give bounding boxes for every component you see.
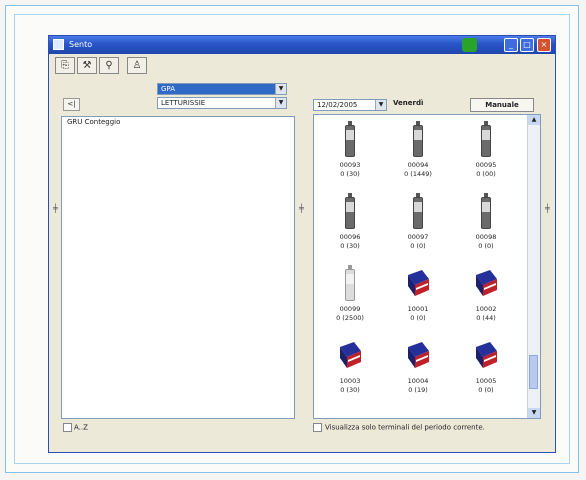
scroll-up-icon[interactable]: ▲	[528, 115, 540, 125]
minimize-button[interactable]: _	[504, 38, 518, 52]
terminal-code: 10005	[475, 377, 497, 385]
terminal-code: 00095	[475, 161, 497, 169]
handheld-terminal-icon	[340, 193, 360, 231]
current-period-checkbox[interactable]	[313, 423, 322, 432]
terminal-tile[interactable]: 00099 0 (2500)	[320, 265, 380, 337]
manual-button[interactable]: Manuale	[470, 98, 534, 112]
terminal-tile[interactable]: 10004 0 (19)	[388, 337, 448, 409]
terminal-code: 10002	[475, 305, 497, 313]
terminal-count: 0 (00)	[476, 170, 496, 178]
handheld-terminal-icon	[340, 265, 360, 303]
terminal-count: 0 (30)	[340, 242, 360, 250]
card-icon	[476, 265, 497, 303]
current-period-option[interactable]: Visualizza solo terminali del periodo co…	[313, 423, 485, 432]
app-icon	[53, 39, 64, 50]
terminal-tile[interactable]: 00093 0 (30)	[320, 121, 380, 193]
terminal-tile[interactable]: 10003 0 (30)	[320, 337, 380, 409]
terminal-count: 0 (19)	[408, 386, 428, 394]
group-select-value: GPA	[161, 85, 175, 93]
terminal-code: 00093	[339, 161, 361, 169]
user-icon[interactable]: ⚲	[99, 57, 119, 74]
reader-select[interactable]: LETTURISSIE ▼	[157, 97, 287, 109]
terminal-code: 10004	[407, 377, 429, 385]
terminal-count: 0 (0)	[410, 314, 426, 322]
list-header: GRU Conteggio	[67, 118, 121, 126]
terminal-code: 00097	[407, 233, 429, 241]
card-icon	[476, 337, 497, 375]
terminal-grid[interactable]: 00093 0 (30) 00094 0 (1449) 00095 0 (00) 00096…	[313, 114, 541, 419]
close-button[interactable]: ×	[537, 38, 551, 52]
terminal-tile[interactable]: 00096 0 (30)	[320, 193, 380, 265]
terminal-count: 0 (0)	[478, 386, 494, 394]
title-bar[interactable]: Sento _ □ ×	[49, 36, 555, 54]
handheld-terminal-icon	[408, 121, 428, 159]
status-icon	[462, 38, 477, 52]
chevron-down-icon[interactable]: ▼	[375, 100, 386, 110]
terminal-tile[interactable]: 00098 0 (0)	[456, 193, 516, 265]
terminal-code: 10001	[407, 305, 429, 313]
app-window: Sento _ □ × ⎘ ⚒ ⚲ ♙ GPA ▼ LETTURISSIE ▼ …	[48, 35, 556, 453]
terminal-code: 00099	[339, 305, 361, 313]
terminal-count: 0 (2500)	[336, 314, 364, 322]
terminal-code: 00096	[339, 233, 361, 241]
group-select[interactable]: GPA ▼	[157, 83, 287, 95]
terminal-tile[interactable]: 10005 0 (0)	[456, 337, 516, 409]
terminal-code: 00094	[407, 161, 429, 169]
scroll-down-icon[interactable]: ▼	[528, 408, 540, 418]
chevron-down-icon[interactable]: ▼	[275, 84, 286, 94]
copy-icon[interactable]: ⎘	[55, 57, 75, 74]
terminal-tile[interactable]: 00094 0 (1449)	[388, 121, 448, 193]
group-count-list[interactable]: GRU Conteggio	[61, 116, 295, 419]
terminal-count: 0 (30)	[340, 170, 360, 178]
person-icon[interactable]: ♙	[127, 57, 147, 74]
az-checkbox[interactable]	[63, 423, 72, 432]
vertical-scrollbar[interactable]: ▲ ▼	[527, 115, 540, 418]
reader-select-value: LETTURISSIE	[161, 99, 206, 107]
terminal-tile[interactable]: 10001 0 (0)	[388, 265, 448, 337]
az-label: A..Z	[74, 423, 88, 432]
card-icon	[408, 265, 429, 303]
handheld-terminal-icon	[476, 193, 496, 231]
day-label: Venerdì	[393, 99, 424, 107]
window-title: Sento	[69, 40, 93, 49]
terminal-code: 10003	[339, 377, 361, 385]
terminal-tile[interactable]: 10002 0 (44)	[456, 265, 516, 337]
terminal-count: 0 (0)	[410, 242, 426, 250]
terminal-count: 0 (1449)	[404, 170, 432, 178]
terminal-tile[interactable]: 00095 0 (00)	[456, 121, 516, 193]
center-splitter-handle[interactable]: ╪	[299, 204, 305, 214]
left-splitter-handle[interactable]: ╪	[53, 204, 59, 214]
handheld-terminal-icon	[476, 121, 496, 159]
handheld-terminal-icon	[408, 193, 428, 231]
maximize-button[interactable]: □	[520, 38, 534, 52]
right-splitter-handle[interactable]: ╪	[545, 204, 551, 214]
previous-button[interactable]: <|	[63, 98, 80, 111]
terminal-code: 00098	[475, 233, 497, 241]
card-icon	[408, 337, 429, 375]
current-period-label: Visualizza solo terminali del periodo co…	[325, 423, 485, 432]
card-icon	[340, 337, 361, 375]
az-option[interactable]: A..Z	[63, 423, 88, 432]
chevron-down-icon[interactable]: ▼	[275, 98, 286, 108]
scroll-thumb[interactable]	[529, 355, 538, 389]
terminal-tile[interactable]: 00097 0 (0)	[388, 193, 448, 265]
terminal-count: 0 (44)	[476, 314, 496, 322]
terminal-count: 0 (30)	[340, 386, 360, 394]
date-select[interactable]: 12/02/2005 ▼	[313, 99, 387, 111]
terminal-count: 0 (0)	[478, 242, 494, 250]
date-value: 12/02/2005	[317, 101, 358, 109]
handheld-terminal-icon	[340, 121, 360, 159]
tools-icon[interactable]: ⚒	[77, 57, 97, 74]
